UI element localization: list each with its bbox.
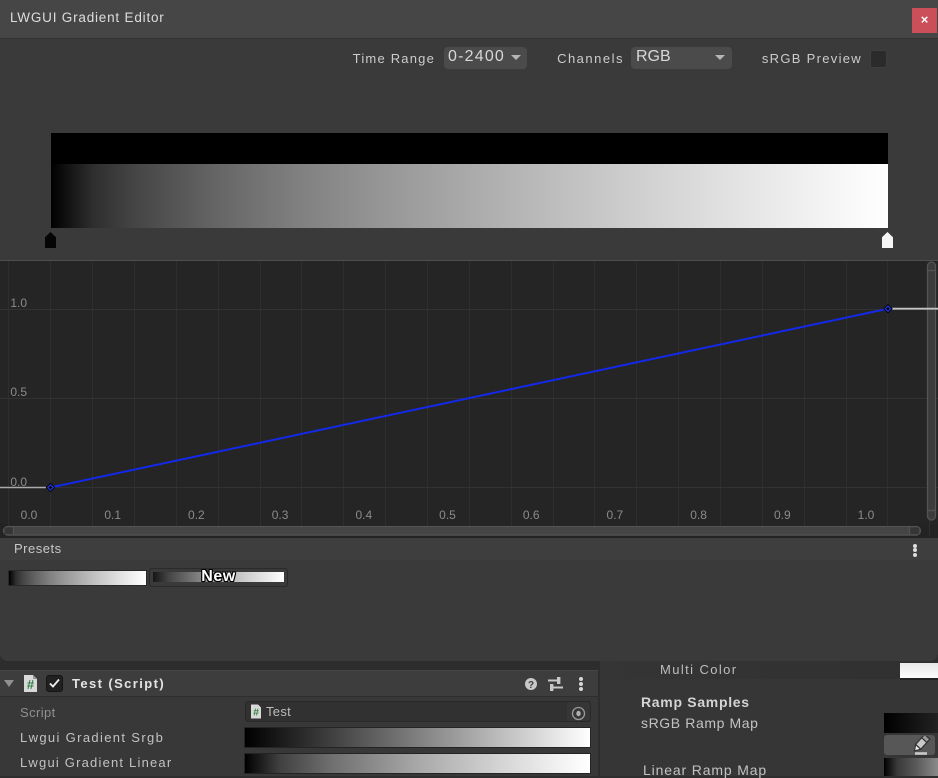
svg-text:?: ? — [528, 680, 534, 691]
svg-text:1.0: 1.0 — [858, 508, 875, 522]
svg-text:0.2: 0.2 — [188, 508, 205, 522]
svg-text:1.0: 1.0 — [10, 296, 27, 310]
svg-text:0.5: 0.5 — [439, 508, 456, 522]
svg-text:#: # — [27, 677, 35, 692]
svg-text:0.4: 0.4 — [355, 508, 372, 522]
svg-text:0.7: 0.7 — [607, 508, 624, 522]
svg-text:0.0: 0.0 — [21, 508, 38, 522]
svg-text:0.1: 0.1 — [104, 508, 121, 522]
svg-text:#: # — [253, 707, 259, 719]
svg-text:0.8: 0.8 — [690, 508, 707, 522]
svg-text:0.3: 0.3 — [272, 508, 289, 522]
svg-text:0.0: 0.0 — [10, 475, 27, 489]
svg-text:0.5: 0.5 — [10, 385, 27, 399]
svg-text:0.9: 0.9 — [774, 508, 791, 522]
svg-text:0.6: 0.6 — [523, 508, 540, 522]
